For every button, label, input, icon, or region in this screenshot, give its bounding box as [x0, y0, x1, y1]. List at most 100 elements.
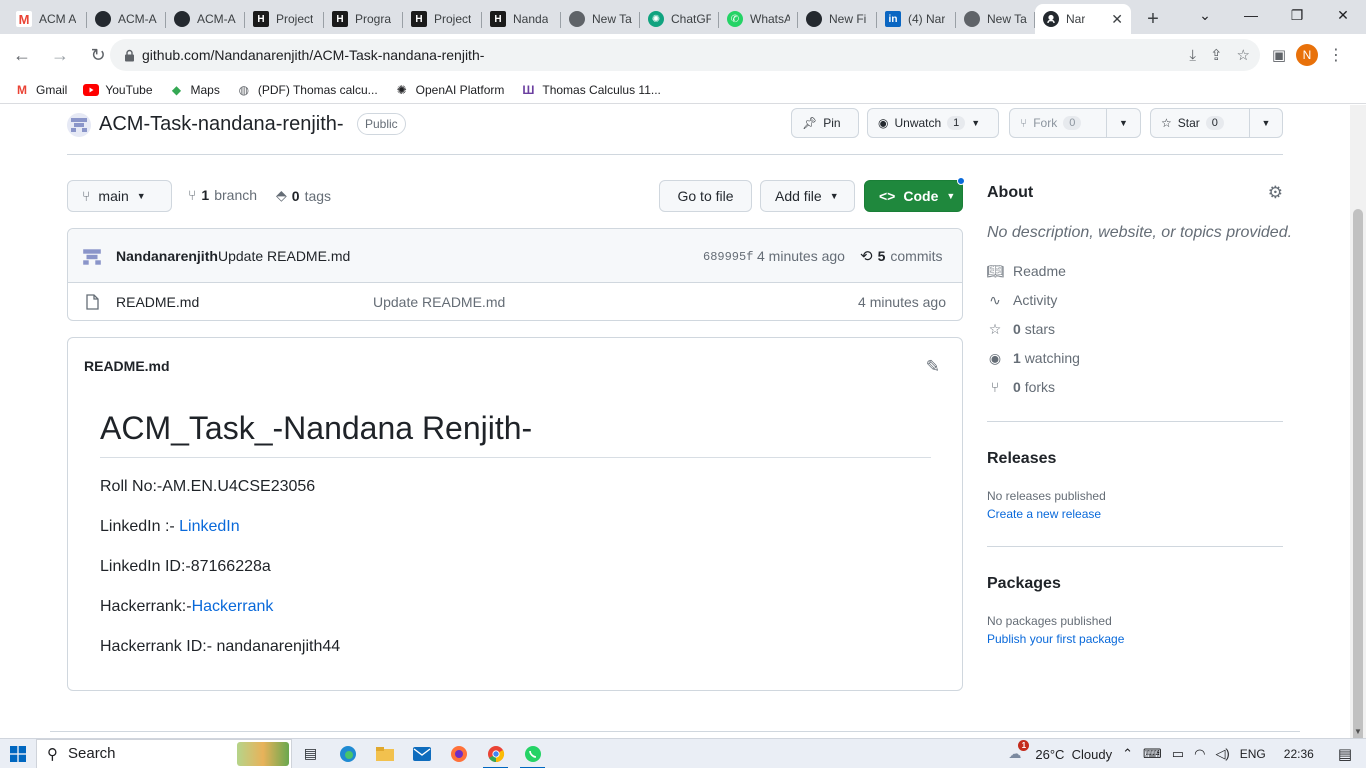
file-explorer-icon[interactable]: [366, 739, 403, 768]
wifi-icon[interactable]: ◠: [1194, 746, 1205, 762]
bookmark-thomas-calculus[interactable]: Ш Thomas Calculus 11...: [520, 82, 661, 98]
close-window-icon[interactable]: ✕: [1320, 0, 1366, 30]
browser-tab[interactable]: New Fi: [798, 4, 877, 34]
language-indicator[interactable]: ENG: [1240, 747, 1266, 761]
notification-icon[interactable]: ▤: [1338, 745, 1352, 763]
forward-icon[interactable]: →: [44, 39, 76, 71]
file-name-link[interactable]: README.md: [116, 294, 199, 310]
branches-link[interactable]: ⑂ 1 branch: [188, 187, 257, 203]
side-panel-icon[interactable]: ▣: [1272, 46, 1286, 64]
forks-link[interactable]: ⑂ 0 forks: [987, 379, 1055, 395]
page-scrollbar[interactable]: ▼: [1350, 105, 1366, 749]
share-icon[interactable]: ⇪: [1210, 46, 1223, 64]
clock[interactable]: 22:36: [1284, 747, 1314, 761]
readme-link[interactable]: 📖︎ Readme: [986, 263, 1066, 280]
bookmark-openai[interactable]: ✺ OpenAI Platform: [394, 82, 505, 98]
releases-title[interactable]: Releases: [987, 450, 1056, 468]
install-icon[interactable]: ⤓: [1189, 47, 1196, 64]
windows-start-icon[interactable]: [0, 739, 36, 768]
commit-sha[interactable]: 689995f: [703, 250, 753, 264]
file-commit-message[interactable]: Update README.md: [373, 294, 505, 310]
menu-icon[interactable]: ⋮: [1328, 45, 1344, 65]
tab-title: New Ta: [987, 12, 1027, 26]
browser-tab[interactable]: M ACM A: [8, 4, 87, 34]
edit-pencil-icon[interactable]: ✎: [926, 357, 940, 377]
stars-count: 0: [1013, 321, 1021, 337]
restore-icon[interactable]: ❐: [1274, 0, 1320, 30]
browser-tab[interactable]: ✆ WhatsA: [719, 4, 798, 34]
profile-avatar[interactable]: N: [1296, 44, 1318, 66]
volume-icon[interactable]: ◁): [1215, 746, 1229, 762]
fork-dropdown-button[interactable]: ▼: [1106, 108, 1141, 138]
back-icon[interactable]: ←: [6, 39, 38, 71]
new-tab-button[interactable]: +: [1137, 4, 1169, 34]
activity-link[interactable]: ∿ Activity: [987, 292, 1058, 309]
battery-icon[interactable]: ▭: [1172, 746, 1184, 762]
stars-link[interactable]: ☆ 0 stars: [987, 321, 1055, 338]
browser-tab[interactable]: in (4) Nar: [877, 4, 956, 34]
tab-search-icon[interactable]: ⌄: [1182, 0, 1228, 30]
taskbar-search[interactable]: ⚲ Search: [36, 738, 292, 768]
tags-link[interactable]: ⬘ 0 tags: [276, 187, 331, 204]
bookmark-star-icon[interactable]: ☆: [1237, 46, 1250, 64]
activity-label: Activity: [1013, 292, 1058, 308]
star-button[interactable]: ☆ Star 0: [1150, 108, 1250, 138]
browser-tab[interactable]: H Project: [245, 4, 324, 34]
go-to-file-button[interactable]: Go to file: [659, 180, 752, 212]
firefox-icon[interactable]: [440, 739, 477, 768]
bookmark-maps[interactable]: ◆ Maps: [169, 82, 220, 98]
commit-history-link[interactable]: ⟲ 5 commits: [860, 247, 943, 265]
weather-widget[interactable]: ☁ 1 26°C Cloudy: [1008, 740, 1112, 762]
edge-icon[interactable]: [329, 739, 366, 768]
network-device-icon[interactable]: ⌨: [1143, 746, 1162, 762]
bookmarks-bar: M Gmail YouTube ◆ Maps ◍ (PDF) Thomas ca…: [0, 76, 1366, 104]
unwatch-button[interactable]: ◉ Unwatch 1 ▼: [867, 108, 999, 138]
browser-tab[interactable]: New Ta: [956, 4, 1035, 34]
commit-author[interactable]: Nandanarenjith: [116, 248, 218, 264]
lock-icon[interactable]: [122, 48, 136, 62]
chrome-icon[interactable]: [477, 739, 514, 768]
mail-icon[interactable]: [403, 739, 440, 768]
browser-tab[interactable]: H Nanda: [482, 4, 561, 34]
task-view-icon[interactable]: ▤: [292, 739, 329, 768]
address-bar[interactable]: github.com/Nandanarenjith/ACM-Task-nanda…: [110, 39, 1260, 71]
watching-link[interactable]: ◉ 1 watching: [987, 350, 1080, 367]
packages-title[interactable]: Packages: [987, 575, 1061, 593]
star-dropdown-button[interactable]: ▼: [1249, 108, 1283, 138]
browser-tab[interactable]: New Ta: [561, 4, 640, 34]
pin-button[interactable]: 📌︎ Pin: [791, 108, 859, 138]
bookmark-youtube[interactable]: YouTube: [83, 82, 153, 98]
readme-filename[interactable]: README.md: [84, 358, 170, 374]
code-button[interactable]: <> Code ▼: [864, 180, 963, 212]
file-row[interactable]: README.md Update README.md 4 minutes ago: [68, 283, 962, 320]
commit-message[interactable]: Update README.md: [218, 248, 350, 264]
search-label: Search: [68, 745, 116, 762]
bookmark-gmail[interactable]: M Gmail: [14, 82, 67, 98]
browser-tab[interactable]: ✺ ChatGF: [640, 4, 719, 34]
add-file-button[interactable]: Add file ▼: [760, 180, 855, 212]
repo-owner-avatar[interactable]: [67, 113, 91, 137]
repo-name-link[interactable]: ACM-Task-nandana-renjith-: [99, 113, 344, 136]
gear-icon[interactable]: ⚙: [1268, 183, 1283, 203]
create-release-link[interactable]: Create a new release: [987, 507, 1101, 521]
tab-list: M ACM A ACM-A ACM-A H Project H Progra H Project H…: [0, 0, 1035, 34]
whatsapp-icon[interactable]: [514, 739, 551, 768]
browser-tab[interactable]: ACM-A: [87, 4, 166, 34]
chevron-up-icon[interactable]: ⌃: [1122, 746, 1133, 762]
tab-active[interactable]: Nar ✕: [1035, 4, 1131, 34]
scrollbar-thumb[interactable]: [1353, 209, 1363, 749]
browser-tab[interactable]: H Project: [403, 4, 482, 34]
fork-button[interactable]: ⑂ Fork 0: [1009, 108, 1107, 138]
browser-tab[interactable]: ACM-A: [166, 4, 245, 34]
pin-label: Pin: [823, 116, 841, 130]
publish-package-link[interactable]: Publish your first package: [987, 632, 1124, 646]
hackerrank-link[interactable]: Hackerrank: [192, 598, 274, 615]
scroll-down-icon[interactable]: ▼: [1354, 727, 1362, 736]
close-tab-icon[interactable]: ✕: [1111, 11, 1123, 28]
author-avatar[interactable]: [81, 246, 103, 268]
minimize-icon[interactable]: —: [1228, 0, 1274, 30]
branch-select-button[interactable]: ⑂ main ▼: [67, 180, 172, 212]
browser-tab[interactable]: H Progra: [324, 4, 403, 34]
linkedin-link[interactable]: LinkedIn: [179, 518, 240, 535]
bookmark-thomas-pdf[interactable]: ◍ (PDF) Thomas calcu...: [236, 82, 378, 98]
